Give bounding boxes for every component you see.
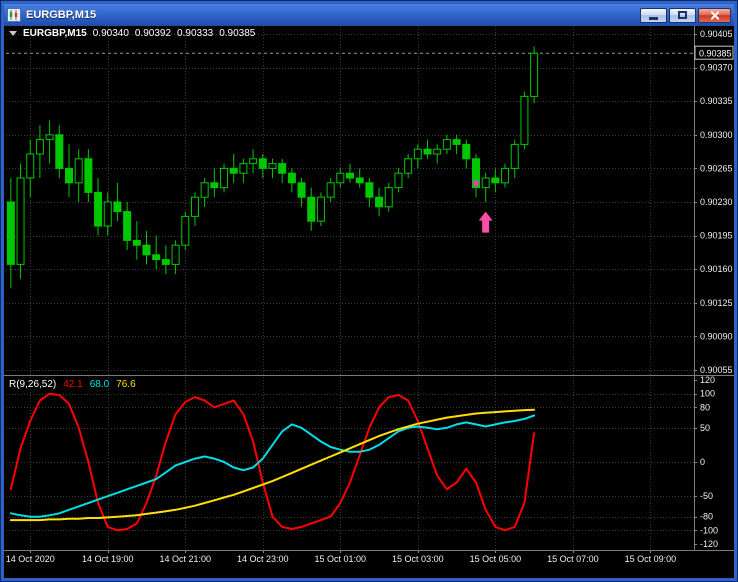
svg-text:0.90300: 0.90300 [700,130,733,140]
oscillator-line-fast [9,392,536,532]
window-title: EURGBP,M15 [26,9,97,21]
minimize-button[interactable] [640,7,667,23]
svg-text:-120: -120 [700,539,718,549]
svg-text:15 Oct 05:00: 15 Oct 05:00 [470,554,522,564]
maximize-icon [678,11,687,19]
svg-text:0.90405: 0.90405 [700,29,733,39]
svg-text:-80: -80 [700,512,713,522]
svg-text:120: 120 [700,375,715,385]
price-chart[interactable]: 14 Oct 2020 14 Oct 19:00 14 Oct 21:00 14 Oc… [4,26,734,578]
svg-text:80: 80 [700,402,710,412]
svg-text:0.90160: 0.90160 [700,264,733,274]
svg-text:-100: -100 [700,525,718,535]
chart-client-area: 14 Oct 2020 14 Oct 19:00 14 Oct 21:00 14 Oc… [4,26,734,578]
one-click-trading-icon[interactable] [9,31,17,36]
svg-text:14 Oct 23:00: 14 Oct 23:00 [237,554,289,564]
svg-text:15 Oct 03:00: 15 Oct 03:00 [392,554,444,564]
chart-window: EURGBP,M15 14 Oct 2020 14 Oct 19:00 14 Oct… [0,0,738,582]
minimize-icon [649,16,658,20]
title-bar[interactable]: EURGBP,M15 [4,4,734,26]
svg-text:0.90335: 0.90335 [700,96,733,106]
close-icon [709,10,720,21]
candles [6,46,539,289]
svg-text:0.90230: 0.90230 [700,197,733,207]
chart-app-icon [7,8,21,22]
svg-text:15 Oct 07:00: 15 Oct 07:00 [547,554,599,564]
maximize-button[interactable] [669,7,696,23]
svg-text:14 Oct 19:00: 14 Oct 19:00 [82,554,134,564]
svg-text:0.90125: 0.90125 [700,298,733,308]
svg-text:0.90370: 0.90370 [700,63,733,73]
star-marker: ★ [471,176,482,190]
svg-text:0.90265: 0.90265 [700,163,733,173]
svg-text:100: 100 [700,389,715,399]
svg-text:14 Oct 2020: 14 Oct 2020 [6,554,55,564]
svg-text:0: 0 [700,457,705,467]
arrow-up-marker [478,211,493,233]
svg-text:15 Oct 01:00: 15 Oct 01:00 [315,554,367,564]
svg-text:-50: -50 [700,491,713,501]
svg-text:14 Oct 21:00: 14 Oct 21:00 [159,554,211,564]
svg-text:15 Oct 09:00: 15 Oct 09:00 [625,554,677,564]
svg-text:0.90385: 0.90385 [699,49,732,59]
close-button[interactable] [698,7,731,23]
svg-text:50: 50 [700,423,710,433]
pane-separators [4,26,734,551]
svg-text:0.90055: 0.90055 [700,365,733,375]
gridlines [6,26,697,553]
oscillator-lines [9,392,536,532]
svg-text:0.90090: 0.90090 [700,331,733,341]
svg-text:0.90195: 0.90195 [700,231,733,241]
